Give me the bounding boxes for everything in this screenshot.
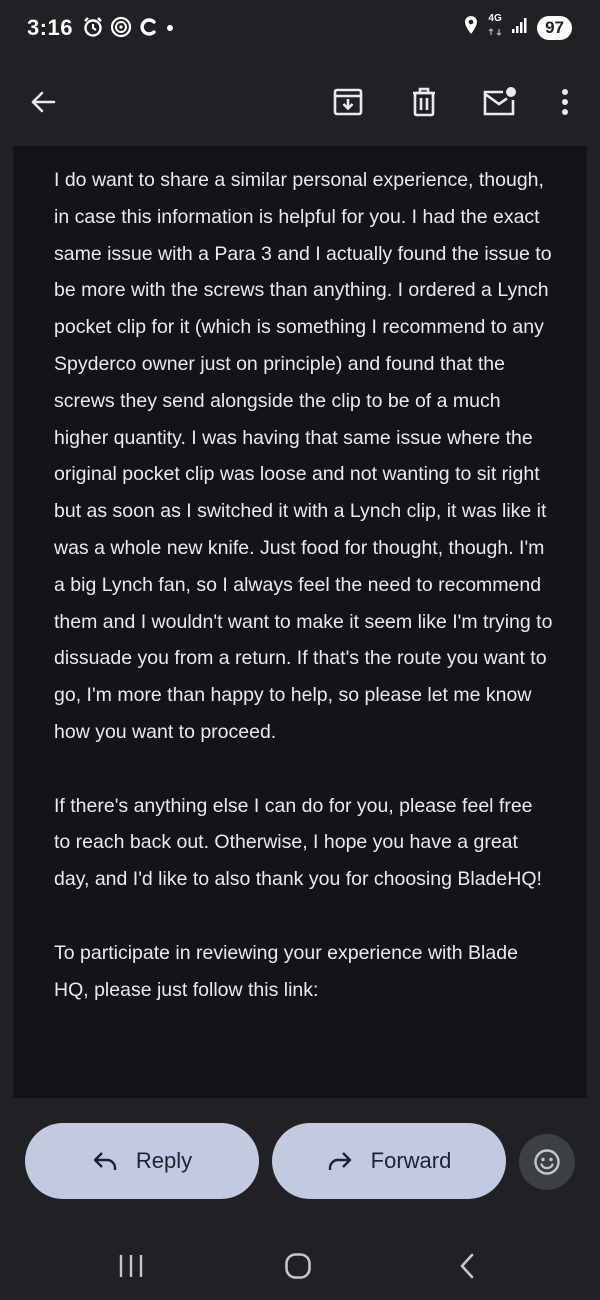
forward-icon xyxy=(328,1152,351,1170)
signal-icon xyxy=(511,16,529,39)
emoji-reaction-button[interactable] xyxy=(519,1134,575,1190)
status-icons-right: 4G 97 xyxy=(463,14,572,41)
network-indicator: 4G xyxy=(487,14,503,41)
email-toolbar xyxy=(0,60,600,146)
back-button[interactable] xyxy=(19,78,67,126)
status-time: 3:16 xyxy=(27,15,74,40)
email-paragraph: I do want to share a similar personal ex… xyxy=(54,169,553,743)
home-button[interactable] xyxy=(268,1246,328,1286)
forward-button[interactable]: Forward xyxy=(272,1123,506,1199)
email-paragraph: To participate in reviewing your experie… xyxy=(54,941,518,1001)
archive-icon xyxy=(333,88,363,116)
back-arrow-icon xyxy=(31,91,56,113)
location-icon xyxy=(463,15,479,40)
system-nav-bar xyxy=(0,1228,600,1300)
recent-apps-button[interactable] xyxy=(101,1246,161,1286)
reply-label: Reply xyxy=(135,1148,193,1173)
email-paragraph: If there's anything else I can do for yo… xyxy=(54,794,542,891)
reply-icon xyxy=(93,1152,117,1170)
archive-button[interactable] xyxy=(324,78,372,126)
email-body: I do want to share a similar personal ex… xyxy=(13,146,587,1098)
network-type: 4G xyxy=(488,13,502,24)
email-text: I do want to share a similar personal ex… xyxy=(54,162,554,1045)
forward-label: Forward xyxy=(370,1148,452,1173)
mark-unread-icon xyxy=(483,87,516,116)
home-icon xyxy=(285,1253,311,1279)
alarm-icon xyxy=(82,16,104,43)
tinder-icon xyxy=(110,16,132,43)
recent-apps-icon xyxy=(119,1255,143,1277)
mark-unread-button[interactable] xyxy=(475,78,523,126)
c-app-icon xyxy=(138,16,158,43)
chevron-left-icon xyxy=(460,1253,474,1279)
battery-indicator: 97 xyxy=(537,15,572,40)
more-options-button[interactable] xyxy=(541,78,589,126)
delete-button[interactable] xyxy=(400,78,448,126)
emoji-icon xyxy=(534,1149,560,1175)
status-icons-left xyxy=(82,16,176,43)
status-bar: 3:16 4G 97 xyxy=(0,0,600,60)
reply-action-bar: Reply Forward xyxy=(0,1098,600,1228)
delete-icon xyxy=(413,87,435,117)
more-icon xyxy=(562,89,568,115)
reply-button[interactable]: Reply xyxy=(25,1123,259,1199)
dot-icon xyxy=(164,16,176,43)
system-back-button[interactable] xyxy=(437,1246,497,1286)
